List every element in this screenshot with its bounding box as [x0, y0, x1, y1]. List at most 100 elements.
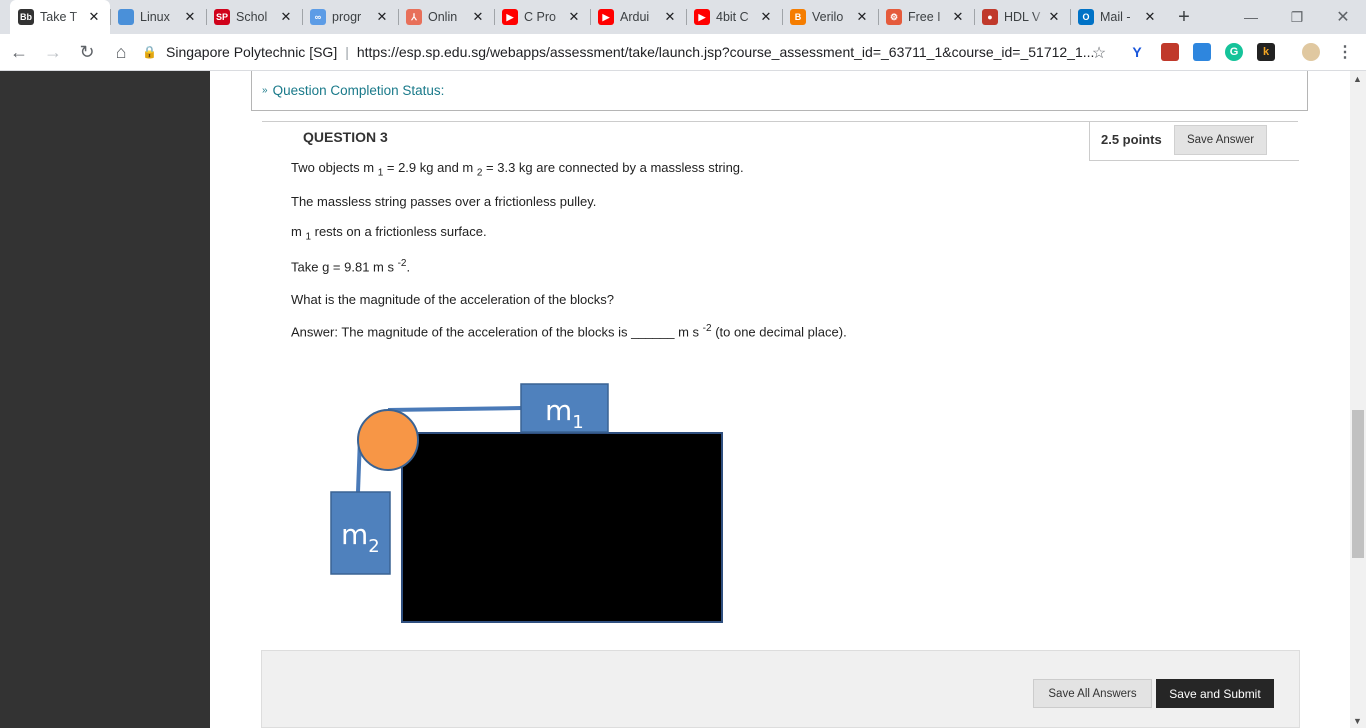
blogger-icon: B: [790, 9, 806, 25]
browser-tab[interactable]: ▶ Ardui ✕: [590, 0, 686, 34]
hdl-icon: ●: [982, 9, 998, 25]
online-icon: ⅄: [406, 9, 422, 25]
question-line-1: Two objects m 1 = 2.9 kg and m 2 = 3.3 k…: [291, 160, 744, 179]
save-and-submit-button[interactable]: Save and Submit: [1156, 679, 1274, 708]
tab-close-icon[interactable]: ✕: [86, 9, 102, 25]
reload-icon[interactable]: ↻: [72, 37, 102, 67]
home-icon[interactable]: ⌂: [106, 37, 136, 67]
line4-text-b: .: [406, 259, 411, 275]
repl-icon: ∞: [310, 9, 326, 25]
tab-close-icon[interactable]: ✕: [1142, 9, 1158, 25]
left-panel: [0, 71, 210, 728]
line6-sup: -2: [702, 323, 712, 334]
question-title: QUESTION 3: [303, 129, 388, 145]
browser-tab[interactable]: ▶ C Pro ✕: [494, 0, 590, 34]
browser-tab[interactable]: SP Schol ✕: [206, 0, 302, 34]
browser-tab[interactable]: B Verilo ✕: [782, 0, 878, 34]
tab-label: Linux: [140, 10, 170, 24]
url-text: https://esp.sp.edu.sg/webapps/assessment…: [356, 44, 1095, 60]
pulley: [357, 409, 419, 471]
scrollbar[interactable]: [1350, 71, 1366, 728]
line4-sup: -2: [397, 258, 407, 269]
browser-tab[interactable]: Bb Take T ✕: [10, 0, 110, 34]
browser-tab[interactable]: ● HDL V ✕: [974, 0, 1070, 34]
browser-tab[interactable]: ⚙ Free I ✕: [878, 0, 974, 34]
tab-label: Ardui: [620, 10, 650, 24]
new-tab-button[interactable]: +: [1170, 0, 1198, 34]
back-icon[interactable]: ←: [4, 37, 34, 67]
pulley-diagram: m1 m2: [330, 383, 723, 623]
tab-label: C Pro: [524, 10, 556, 24]
chevron-down-icon: »: [262, 85, 268, 96]
address-separator: |: [345, 44, 349, 60]
question-completion-status[interactable]: » Question Completion Status:: [251, 71, 1308, 111]
line3-text-a: m: [291, 224, 306, 239]
forward-icon[interactable]: →: [38, 37, 68, 67]
restore-button[interactable]: ❐: [1274, 0, 1320, 34]
youtube-icon: ▶: [694, 9, 710, 25]
address-bar[interactable]: 🔒 Singapore Polytechnic [SG] | https://e…: [142, 38, 1112, 66]
tab-close-icon[interactable]: ✕: [470, 9, 486, 25]
bookmark-star-icon[interactable]: ☆: [1084, 38, 1114, 68]
scrollbar-thumb[interactable]: [1352, 410, 1364, 558]
tab-label: progr: [332, 10, 362, 24]
question-line-4: Take g = 9.81 m s -2.: [291, 258, 410, 274]
tab-strip: Bb Take T ✕ Linux ✕ SP Schol ✕ ∞ progr ✕ ⅄ Onlin ✕ ▶ C …: [0, 0, 1166, 34]
youtube-icon: ▶: [598, 9, 614, 25]
browser-tab[interactable]: Linux ✕: [110, 0, 206, 34]
tab-close-icon[interactable]: ✕: [662, 9, 678, 25]
line1-text-c: = 3.3 kg are connected by a massless str…: [482, 160, 744, 175]
scroll-up-icon[interactable]: ▲: [1353, 74, 1362, 84]
extension-book-icon[interactable]: [1161, 43, 1179, 61]
tab-label: Schol: [236, 10, 268, 24]
question-line-3: m 1 rests on a frictionless surface.: [291, 224, 487, 243]
browser-tab[interactable]: ⅄ Onlin ✕: [398, 0, 494, 34]
tab-close-icon[interactable]: ✕: [182, 9, 198, 25]
question-points: 2.5 points: [1101, 132, 1162, 147]
browser-tab[interactable]: ∞ progr ✕: [302, 0, 398, 34]
extension-calendar-icon[interactable]: [1193, 43, 1211, 61]
profile-avatar[interactable]: [1302, 43, 1320, 61]
doc-icon: [118, 9, 134, 25]
tab-close-icon[interactable]: ✕: [566, 9, 582, 25]
scroll-down-icon[interactable]: ▼: [1353, 716, 1362, 726]
tab-label: HDL V: [1004, 10, 1041, 24]
question-line-5: What is the magnitude of the acceleratio…: [291, 292, 615, 307]
tab-close-icon[interactable]: ✕: [1046, 9, 1062, 25]
save-answer-button[interactable]: Save Answer: [1174, 125, 1267, 155]
tab-bar: Bb Take T ✕ Linux ✕ SP Schol ✕ ∞ progr ✕ ⅄ Onlin ✕ ▶ C …: [0, 0, 1366, 34]
question-line-6: Answer: The magnitude of the acceleratio…: [291, 323, 847, 339]
menu-icon[interactable]: ⋮: [1336, 43, 1354, 61]
youtube-icon: ▶: [502, 9, 518, 25]
tab-label: Verilo: [812, 10, 844, 24]
tab-close-icon[interactable]: ✕: [278, 9, 294, 25]
tab-label: 4bit C: [716, 10, 749, 24]
line3-text-b: rests on a frictionless surface.: [311, 224, 487, 239]
browser-tab[interactable]: O Mail - ✕: [1070, 0, 1166, 34]
site-name: Singapore Polytechnic [SG]: [166, 44, 338, 60]
question-line-2: The massless string passes over a fricti…: [291, 194, 597, 209]
blackboard-icon: Bb: [18, 9, 34, 25]
tab-close-icon[interactable]: ✕: [374, 9, 390, 25]
tab-label: Take T: [40, 10, 78, 24]
tab-close-icon[interactable]: ✕: [950, 9, 966, 25]
tab-label: Free I: [908, 10, 941, 24]
lock-icon: 🔒: [142, 45, 157, 59]
line1-text-a: Two objects m: [291, 160, 378, 175]
string-horizontal: [387, 406, 523, 412]
tab-close-icon[interactable]: ✕: [758, 9, 774, 25]
tab-close-icon[interactable]: ✕: [854, 9, 870, 25]
grammarly-icon[interactable]: G: [1225, 43, 1243, 61]
line1-text-b: = 2.9 kg and m: [383, 160, 477, 175]
extension-k-icon[interactable]: k: [1257, 43, 1275, 61]
save-all-answers-button[interactable]: Save All Answers: [1033, 679, 1152, 708]
table-block: [401, 432, 723, 623]
tab-label: Mail -: [1100, 10, 1131, 24]
line6-text-a: Answer: The magnitude of the acceleratio…: [291, 324, 703, 340]
extension-v-icon[interactable]: Y: [1128, 43, 1146, 61]
window-close-button[interactable]: ✕: [1320, 0, 1366, 34]
minimize-button[interactable]: —: [1228, 0, 1274, 34]
line4-text-a: Take g = 9.81 m s: [291, 259, 398, 275]
browser-tab[interactable]: ▶ 4bit C ✕: [686, 0, 782, 34]
line6-text-b: (to one decimal place).: [711, 324, 847, 340]
